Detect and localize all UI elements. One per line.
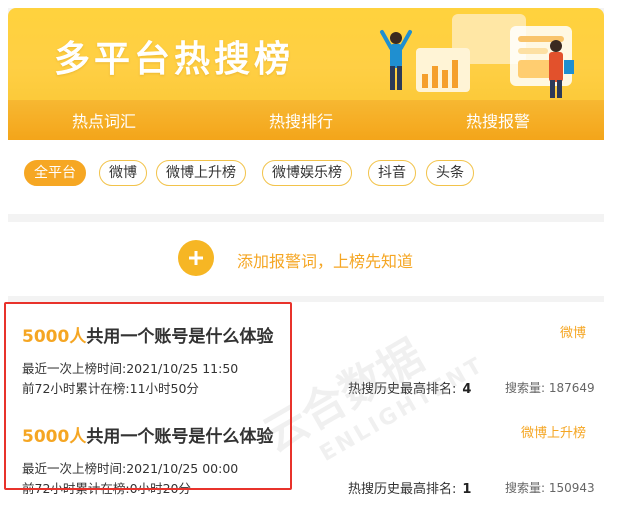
add-alarm-text[interactable]: 添加报警词，上榜先知道 bbox=[237, 248, 413, 272]
nav-hot-rank[interactable]: 热搜排行 bbox=[269, 108, 333, 132]
item-last-on-list: 最近一次上榜时间:2021/10/25 00:00 bbox=[22, 461, 239, 476]
filter-weibo-entertainment[interactable]: 微博娱乐榜 bbox=[262, 160, 352, 186]
item-search-volume: 搜索量: 187649 bbox=[505, 381, 595, 395]
item-title-rest: 共用一个账号是什么体验 bbox=[86, 427, 274, 447]
item-platform: 微博 bbox=[559, 326, 586, 341]
nav-hot-alarm[interactable]: 热搜报警 bbox=[466, 108, 530, 132]
item-title-highlight: 5000人 bbox=[22, 427, 87, 447]
filter-toutiao[interactable]: 头条 bbox=[426, 160, 474, 186]
hot-search-list: 5000人共用一个账号是什么体验 最近一次上榜时间:2021/10/25 11:… bbox=[8, 302, 604, 508]
item-rank-label: 热搜历史最高排名: bbox=[348, 482, 457, 497]
banner-nav: 热点词汇 热搜排行 热搜报警 bbox=[8, 100, 604, 140]
list-item[interactable]: 5000人共用一个账号是什么体验 最近一次上榜时间:2021/10/25 00:… bbox=[8, 402, 604, 502]
item-total-time: 前72小时累计在榜:11小时50分 bbox=[22, 381, 199, 396]
banner-illustration bbox=[380, 14, 574, 98]
platform-filter-bar: 全平台 微博 微博上升榜 微博娱乐榜 抖音 头条 bbox=[8, 140, 604, 214]
add-alarm-button[interactable] bbox=[178, 240, 214, 276]
item-rank-value: 4 bbox=[462, 382, 472, 397]
nav-hot-words[interactable]: 热点词汇 bbox=[72, 108, 136, 132]
item-last-on-list: 最近一次上榜时间:2021/10/25 11:50 bbox=[22, 361, 239, 376]
item-rank-value: 1 bbox=[462, 482, 472, 497]
filter-douyin[interactable]: 抖音 bbox=[368, 160, 416, 186]
add-alarm-section: 添加报警词，上榜先知道 bbox=[8, 222, 604, 296]
item-rank-label: 热搜历史最高排名: bbox=[348, 382, 457, 397]
filter-weibo-rising[interactable]: 微博上升榜 bbox=[156, 160, 246, 186]
filter-weibo[interactable]: 微博 bbox=[99, 160, 147, 186]
list-item[interactable]: 5000人共用一个账号是什么体验 最近一次上榜时间:2021/10/25 11:… bbox=[8, 302, 604, 402]
item-rank: 热搜历史最高排名: 1 bbox=[348, 478, 471, 497]
item-search-volume: 搜索量: 150943 bbox=[505, 481, 595, 495]
page-title: 多平台热搜榜 bbox=[54, 39, 295, 80]
item-title-highlight: 5000人 bbox=[22, 327, 87, 347]
item-platform: 微博上升榜 bbox=[520, 426, 586, 441]
item-title[interactable]: 5000人共用一个账号是什么体验 bbox=[22, 422, 273, 447]
item-title[interactable]: 5000人共用一个账号是什么体验 bbox=[22, 322, 273, 347]
banner: 多平台热搜榜 热点词汇 热搜排行 热搜报警 bbox=[8, 8, 604, 140]
item-total-time: 前72小时累计在榜:0小时20分 bbox=[22, 481, 191, 496]
item-title-rest: 共用一个账号是什么体验 bbox=[86, 327, 274, 347]
filter-all-platforms[interactable]: 全平台 bbox=[24, 160, 86, 186]
item-rank: 热搜历史最高排名: 4 bbox=[348, 378, 471, 397]
hot-search-app: 多平台热搜榜 热点词汇 热搜排行 热搜报警 全平台 微博 微博上升榜 微博娱乐榜… bbox=[8, 8, 604, 508]
